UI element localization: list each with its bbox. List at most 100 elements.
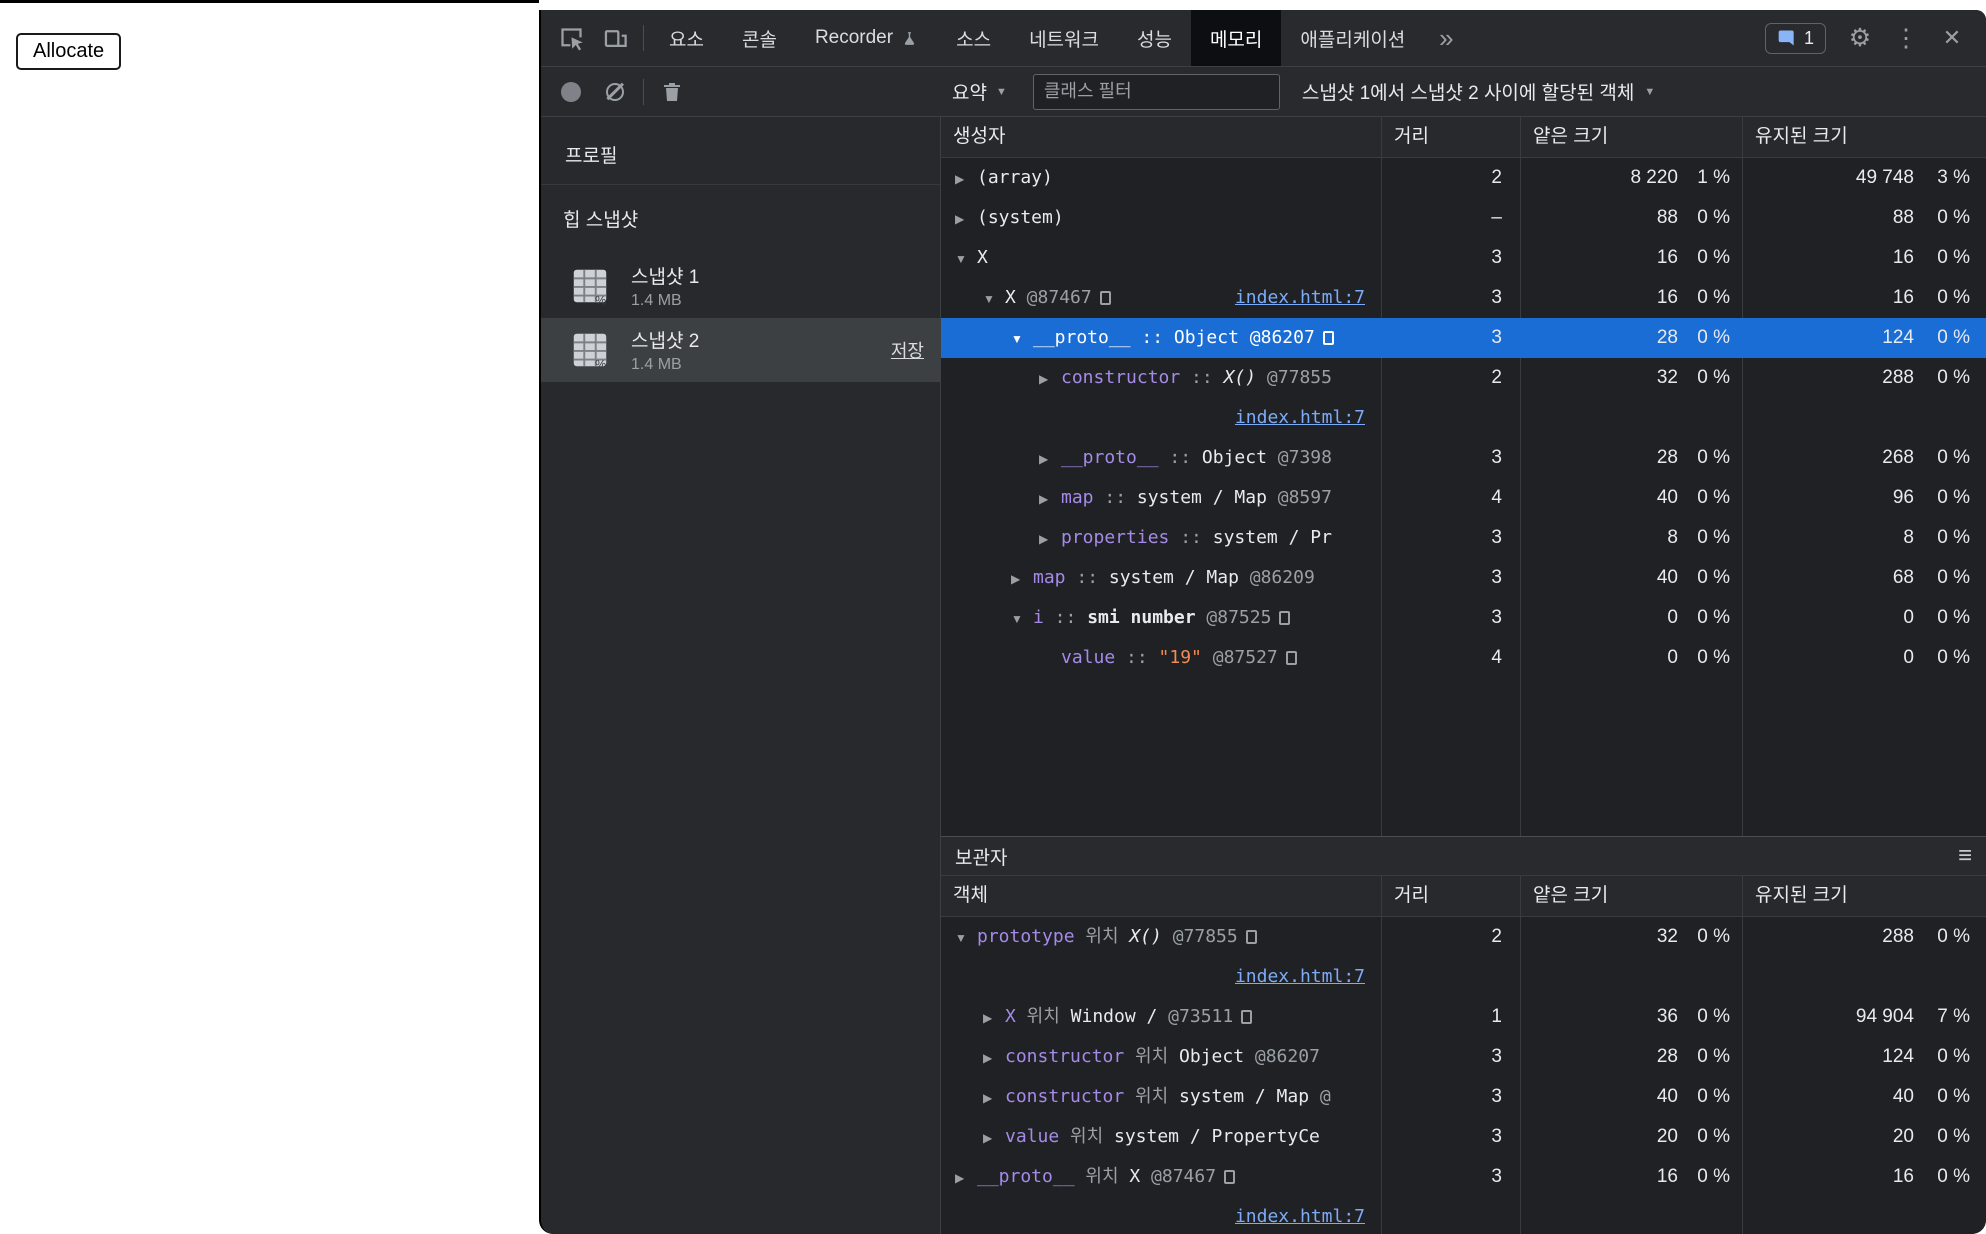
inspect-element-icon[interactable] (549, 10, 593, 66)
tab-performance[interactable]: 성능 (1118, 10, 1191, 66)
perspective-select[interactable]: 요약 ▼ (952, 78, 1007, 105)
tab-elements[interactable]: 요소 (650, 10, 723, 66)
inspect-object-icon[interactable] (1279, 611, 1291, 625)
save-snapshot-link[interactable]: 저장 (891, 337, 924, 363)
tab-network[interactable]: 네트워크 (1010, 10, 1118, 66)
constructor-row[interactable]: index.html:7 ▼ X @87467 3 16 0 % 16 0 % (941, 278, 1986, 318)
distance-cell: 3 (1381, 1037, 1520, 1077)
inspect-object-icon[interactable] (1224, 1170, 1236, 1184)
constructor-row[interactable]: ▶ map :: system / Map @86209 3 40 0 % 68 0 % (941, 558, 1986, 598)
retainer-row[interactable]: ▶ constructor 위치 system / Map @3 40 0 % 40 0 … (941, 1077, 1986, 1117)
expand-arrow-icon[interactable]: ▶ (983, 1038, 1005, 1077)
constructor-row[interactable]: value :: "19" @87527 4 0 0 % 0 0 % (941, 638, 1986, 678)
shallow-size-cell: 40 0 % (1520, 558, 1742, 598)
distance-cell: 3 (1381, 438, 1520, 478)
constructor-row[interactable]: ▶ __proto__ :: Object @7398 3 28 0 % 268 0 % (941, 438, 1986, 478)
row-line: ▼ prototype 위치 X() @77855 (941, 917, 1381, 957)
inspect-object-icon[interactable] (1322, 331, 1334, 345)
retainer-row[interactable]: ▶ constructor 위치 Object @86207 3 28 0 % 124 0 … (941, 1037, 1986, 1077)
device-toolbar-icon[interactable] (593, 10, 637, 66)
tab-memory[interactable]: 메모리 (1190, 10, 1282, 66)
class-filter-input[interactable] (1032, 73, 1280, 110)
collapse-arrow-icon[interactable]: ▼ (983, 279, 1005, 318)
constructor-cell: ▶ constructor :: X() @77855 index.html:7 (941, 358, 1381, 438)
column-header[interactable]: 거리 (1381, 876, 1520, 916)
constructor-row[interactable]: ▶ map :: system / Map @8597 4 40 0 % 96 0 % (941, 478, 1986, 518)
profiles-title: 프로필 (541, 117, 940, 185)
inspect-object-icon[interactable] (1285, 651, 1297, 665)
token: 위치 (1124, 1046, 1180, 1067)
expand-arrow-icon[interactable]: ▶ (1039, 479, 1061, 518)
expand-arrow-icon[interactable]: ▶ (983, 1118, 1005, 1157)
expand-arrow-icon[interactable]: ▶ (955, 199, 977, 238)
expand-arrow-icon[interactable]: ▶ (955, 159, 977, 198)
expand-arrow-icon[interactable]: ▶ (1039, 359, 1061, 399)
expand-arrow-icon[interactable]: ▶ (1011, 559, 1033, 598)
retainer-row[interactable]: ▼ prototype 위치 X() @77855 index.html:7 2 32 0… (941, 917, 1986, 997)
constructor-row[interactable]: ▶ (system) – 88 0 % 88 0 % (941, 198, 1986, 238)
allocation-filter-select[interactable]: 스냅샷 1에서 스냅샷 2 사이에 할당된 객체 ▼ (1302, 78, 1655, 105)
token: __proto__ (1033, 327, 1131, 348)
distance-value: 2 (1491, 167, 1502, 188)
shallow-size-value: 40 (1656, 487, 1678, 508)
delete-snapshot-button[interactable] (650, 67, 694, 116)
hamburger-menu-icon[interactable]: ≡ (1958, 844, 1972, 868)
column-header[interactable]: 유지된 크기 (1742, 117, 1986, 157)
constructor-row[interactable]: ▼ X 3 16 0 % 16 0 % (941, 238, 1986, 278)
shallow-size-percent: 0 % (1697, 1006, 1730, 1027)
column-header[interactable]: 유지된 크기 (1742, 876, 1986, 916)
column-header[interactable]: 생성자 (941, 117, 1381, 157)
retainer-row[interactable]: ▶ value 위치 system / PropertyCe 3 20 0 % 20 0 % (941, 1117, 1986, 1157)
expand-arrow-icon[interactable]: ▶ (983, 1078, 1005, 1117)
collapse-arrow-icon[interactable]: ▼ (955, 239, 977, 278)
shallow-size-cell: 16 0 % (1520, 278, 1742, 318)
column-header[interactable]: 객체 (941, 876, 1381, 916)
constructor-cell: ▶ map :: system / Map @86209 (941, 558, 1381, 598)
constructor-row[interactable]: ▶ constructor :: X() @77855 index.html:7 2 3… (941, 358, 1986, 438)
tab-application[interactable]: 애플리케이션 (1281, 10, 1424, 66)
expand-arrow-icon[interactable]: ▶ (1039, 439, 1061, 478)
constructor-row[interactable]: ▶ (array) 2 8 220 1 % 49 748 3 % (941, 158, 1986, 198)
source-link[interactable]: index.html:7 (1235, 407, 1365, 428)
allocate-button[interactable]: Allocate (16, 33, 122, 70)
retainer-row[interactable]: ▶ __proto__ 위치 X @87467 index.html:7 3 16 0 %… (941, 1157, 1986, 1234)
tab-console[interactable]: 콘솔 (723, 10, 796, 66)
tab-recorder[interactable]: Recorder (796, 10, 937, 66)
more-tabs-button[interactable]: » (1424, 10, 1468, 66)
constructor-row[interactable]: ▼ i :: smi number @87525 3 0 0 % 0 0 % (941, 598, 1986, 638)
column-header[interactable]: 거리 (1381, 117, 1520, 157)
distance-value: 3 (1491, 1126, 1502, 1147)
shallow-size-value: 16 (1656, 247, 1678, 268)
collapse-arrow-icon[interactable]: ▼ (1011, 319, 1033, 358)
constructor-row[interactable]: ▶ properties :: system / Pr 3 8 0 % 8 0 % (941, 518, 1986, 558)
inspect-object-icon[interactable] (1245, 930, 1257, 944)
snapshot-item-1[interactable]: % 스냅샷 1 1.4 MB (541, 254, 940, 318)
constructor-cell: ▶ map :: system / Map @8597 (941, 478, 1381, 518)
kebab-menu-icon[interactable]: ⋮ (1884, 25, 1928, 51)
shallow-size-cell: 40 0 % (1520, 478, 1742, 518)
clear-profiles-button[interactable] (593, 67, 637, 116)
retainer-row[interactable]: ▶ X 위치 Window / @73511 1 36 0 % 94 904 7 % (941, 997, 1986, 1037)
constructor-row[interactable]: ▼ __proto__ :: Object @86207 3 28 0 % 124 0 % (941, 318, 1986, 358)
trash-icon (664, 82, 680, 101)
inspect-object-icon[interactable] (1241, 1010, 1253, 1024)
source-link[interactable]: index.html:7 (1235, 966, 1365, 987)
source-link[interactable]: index.html:7 (1235, 278, 1365, 318)
snapshot-size: 1.4 MB (631, 356, 682, 373)
inspect-object-icon[interactable] (1099, 291, 1111, 305)
snapshot-item-2[interactable]: % 스냅샷 2 1.4 MB 저장 (541, 318, 940, 382)
tab-label: 네트워크 (1029, 29, 1099, 51)
column-header[interactable]: 얕은 크기 (1520, 117, 1742, 157)
source-link[interactable]: index.html:7 (1235, 1206, 1365, 1227)
collapse-arrow-icon[interactable]: ▼ (1011, 599, 1033, 638)
expand-arrow-icon[interactable]: ▶ (955, 1158, 977, 1198)
expand-arrow-icon[interactable]: ▶ (983, 998, 1005, 1037)
issues-counter-button[interactable]: 1 (1764, 22, 1826, 54)
collapse-arrow-icon[interactable]: ▼ (955, 918, 977, 958)
settings-gear-icon[interactable]: ⚙ (1838, 25, 1882, 51)
column-header[interactable]: 얕은 크기 (1520, 876, 1742, 916)
tab-sources[interactable]: 소스 (937, 10, 1010, 66)
close-devtools-icon[interactable]: ✕ (1930, 27, 1974, 49)
expand-arrow-icon[interactable]: ▶ (1039, 519, 1061, 558)
record-heap-button[interactable] (549, 67, 593, 116)
